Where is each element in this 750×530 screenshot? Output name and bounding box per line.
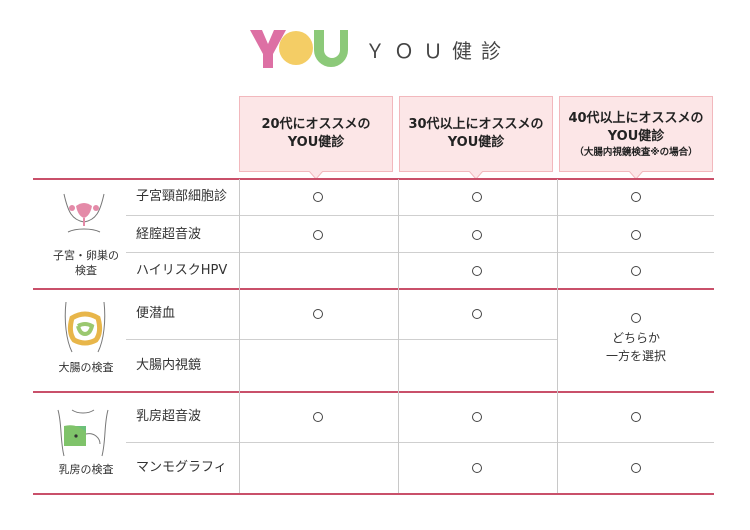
column-header-line2: YOU健診 (447, 135, 505, 150)
row-divider (126, 215, 714, 216)
column-divider (557, 179, 558, 493)
check-circle-mark (472, 266, 482, 276)
column-header-30s: 30代以上にオススメの YOU健診 (399, 96, 553, 172)
category-label-breast: 乳房の検査 (44, 462, 128, 477)
column-header-line1: 40代以上にオススメの (568, 110, 704, 126)
check-circle-mark (472, 192, 482, 202)
column-header-line1: 30代以上にオススメの (408, 117, 544, 132)
you-logo (250, 30, 348, 68)
row-label: 経腟超音波 (136, 227, 202, 242)
column-header-20s: 20代にオススメの YOU健診 (239, 96, 393, 172)
row-label: 便潜血 (136, 306, 176, 321)
column-header-sub: （大腸内視鏡検査※の場合） (574, 146, 698, 158)
check-circle-mark (631, 266, 641, 276)
check-circle-mark (631, 463, 641, 473)
row-divider (126, 339, 558, 340)
check-circle-mark (472, 463, 482, 473)
section-divider (33, 178, 714, 180)
row-divider (126, 252, 714, 253)
column-header-line1: 20代にオススメの (261, 117, 371, 132)
row-label: 大腸内視鏡 (136, 358, 202, 373)
either-note-line2: 一方を選択 (605, 349, 666, 363)
check-circle-mark (313, 230, 323, 240)
check-circle-mark (631, 412, 641, 422)
category-label-uterus: 子宮・卵巣の 検査 (44, 248, 128, 278)
check-circle-mark (631, 230, 641, 240)
check-circle-mark (631, 192, 641, 202)
check-circle-mark (631, 313, 641, 323)
row-label: ハイリスクHPV (136, 263, 228, 278)
row-label: 子宮頸部細胞診 (136, 189, 228, 204)
category-label-intestine: 大腸の検査 (44, 360, 128, 375)
category-label-line2: 検査 (75, 264, 97, 277)
column-divider (398, 179, 399, 493)
row-label: 乳房超音波 (136, 409, 202, 424)
row-label: マンモグラフィ (136, 460, 227, 475)
section-divider (33, 391, 714, 393)
check-circle-mark (313, 192, 323, 202)
check-circle-mark (313, 309, 323, 319)
column-header-line2: YOU健診 (607, 128, 665, 144)
check-circle-mark (472, 412, 482, 422)
section-divider (33, 493, 714, 495)
category-label-line1: 乳房の検査 (58, 463, 114, 476)
column-header-40s: 40代以上にオススメの YOU健診 （大腸内視鏡検査※の場合） (559, 96, 713, 172)
either-note-line1: どちらか (611, 331, 660, 345)
check-circle-mark (472, 230, 482, 240)
column-divider (239, 179, 240, 493)
breast-icon (57, 409, 109, 457)
row-divider (126, 442, 714, 443)
column-header-line2: YOU健診 (287, 135, 345, 150)
either-note: どちらか 一方を選択 (596, 329, 676, 365)
section-divider (33, 288, 714, 290)
category-label-line1: 子宮・卵巣の (53, 249, 119, 262)
check-circle-mark (313, 412, 323, 422)
brand-title: ＹＯＵ健診 (365, 39, 510, 63)
intestine-icon (64, 301, 106, 353)
uterus-icon (63, 193, 105, 233)
category-label-line1: 大腸の検査 (58, 361, 114, 374)
check-circle-mark (472, 309, 482, 319)
